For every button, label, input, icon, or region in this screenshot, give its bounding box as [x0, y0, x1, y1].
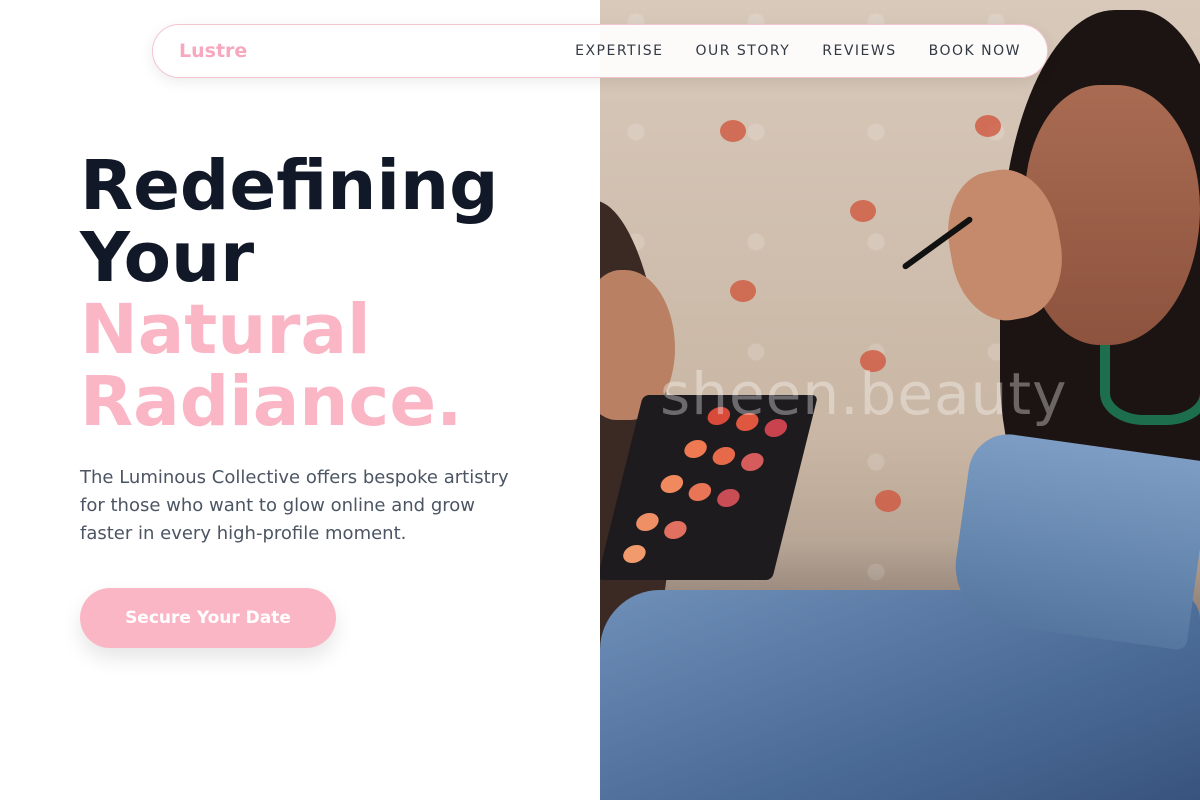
nav-link-book-now[interactable]: BOOK NOW — [929, 43, 1021, 59]
hero-line-3: Natural — [80, 290, 371, 370]
wallpaper-flower — [720, 120, 746, 142]
palette-shade — [710, 447, 738, 465]
nav-link-our-story[interactable]: OUR STORY — [695, 43, 790, 59]
nav-links: EXPERTISE OUR STORY REVIEWS BOOK NOW — [575, 43, 1021, 59]
palette-shade — [634, 513, 661, 531]
wallpaper-flower — [975, 115, 1001, 137]
wallpaper-flower — [850, 200, 876, 222]
denim-sleeve — [947, 429, 1200, 651]
nav-link-reviews[interactable]: REVIEWS — [822, 43, 896, 59]
hero-heading-block: Redefining Your Natural Radiance. — [80, 150, 560, 438]
hero-photo: sheen.beauty — [600, 0, 1200, 800]
palette-shade — [715, 489, 742, 507]
palette-shade — [682, 440, 709, 458]
brand-logo[interactable]: Lustre — [179, 40, 247, 62]
wallpaper-flower — [730, 280, 756, 302]
photo-watermark: sheen.beauty — [660, 360, 1068, 428]
hero-line-4: Radiance. — [80, 362, 463, 442]
wallpaper-flower — [875, 490, 901, 512]
hero-description: The Luminous Collective offers bespoke a… — [80, 467, 509, 544]
palette-shade — [621, 545, 648, 563]
hero-line-2: Your — [80, 218, 255, 298]
nav-link-expertise[interactable]: EXPERTISE — [575, 43, 663, 59]
hero-line-1: Redefining — [80, 146, 499, 226]
secure-your-date-button[interactable]: Secure Your Date — [80, 588, 336, 648]
hero-heading: Redefining Your Natural Radiance. — [80, 150, 560, 438]
palette-shade — [739, 453, 766, 471]
top-nav: Lustre EXPERTISE OUR STORY REVIEWS BOOK … — [152, 24, 1048, 78]
necklace — [1100, 345, 1200, 425]
palette-shade — [658, 475, 686, 493]
palette-shade — [686, 483, 714, 501]
palette-shade — [662, 521, 689, 539]
